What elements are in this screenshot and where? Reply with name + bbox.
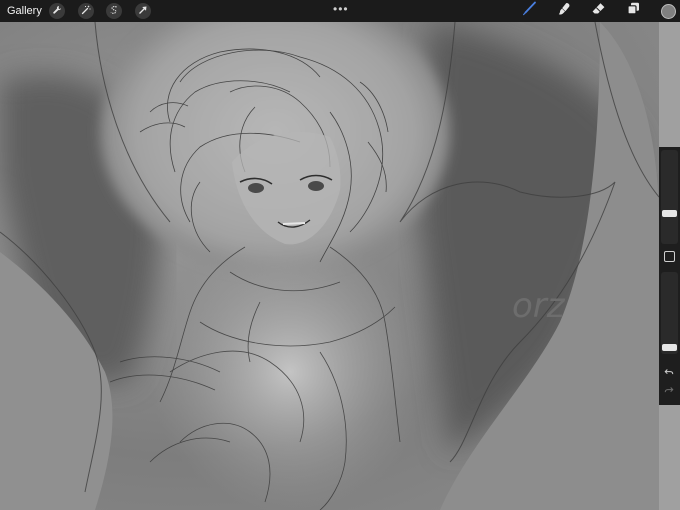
brush-size-thumb[interactable] (662, 210, 677, 217)
brush-icon (522, 1, 537, 21)
modify-button[interactable] (664, 251, 675, 262)
drawing-canvas[interactable]: orz (0, 22, 659, 510)
eraser-icon (591, 1, 606, 21)
opacity-thumb[interactable] (662, 344, 677, 351)
layers-icon (626, 1, 641, 21)
sidebar-panel (659, 22, 680, 510)
body-light (150, 232, 430, 510)
top-toolbar: Gallery ••• (0, 0, 680, 22)
opacity-slider[interactable] (661, 272, 678, 354)
actions-button[interactable] (49, 3, 65, 19)
layers-button[interactable] (624, 1, 642, 21)
adjustments-button[interactable] (78, 3, 94, 19)
undo-button[interactable] (663, 366, 675, 378)
redo-button[interactable] (663, 384, 675, 396)
smudge-tool-button[interactable] (555, 3, 573, 19)
transform-arrow-icon (138, 2, 148, 20)
undo-icon (664, 369, 674, 375)
wrench-icon (52, 2, 62, 20)
eraser-tool-button[interactable] (589, 3, 607, 19)
signature-text: orz (512, 286, 566, 326)
artwork: orz (0, 22, 659, 510)
smudge-icon (557, 1, 572, 21)
more-options-button[interactable]: ••• (333, 0, 349, 22)
brush-size-slider[interactable] (661, 150, 678, 244)
procreate-app: Gallery ••• orz (0, 0, 680, 510)
selection-icon (109, 2, 119, 20)
redo-icon (664, 387, 674, 393)
gallery-button[interactable]: Gallery (7, 0, 42, 22)
magic-wand-icon (81, 2, 91, 20)
selection-button[interactable] (106, 3, 122, 19)
transform-button[interactable] (135, 3, 151, 19)
brush-tool-button[interactable] (520, 1, 538, 21)
color-picker-button[interactable] (661, 4, 676, 19)
